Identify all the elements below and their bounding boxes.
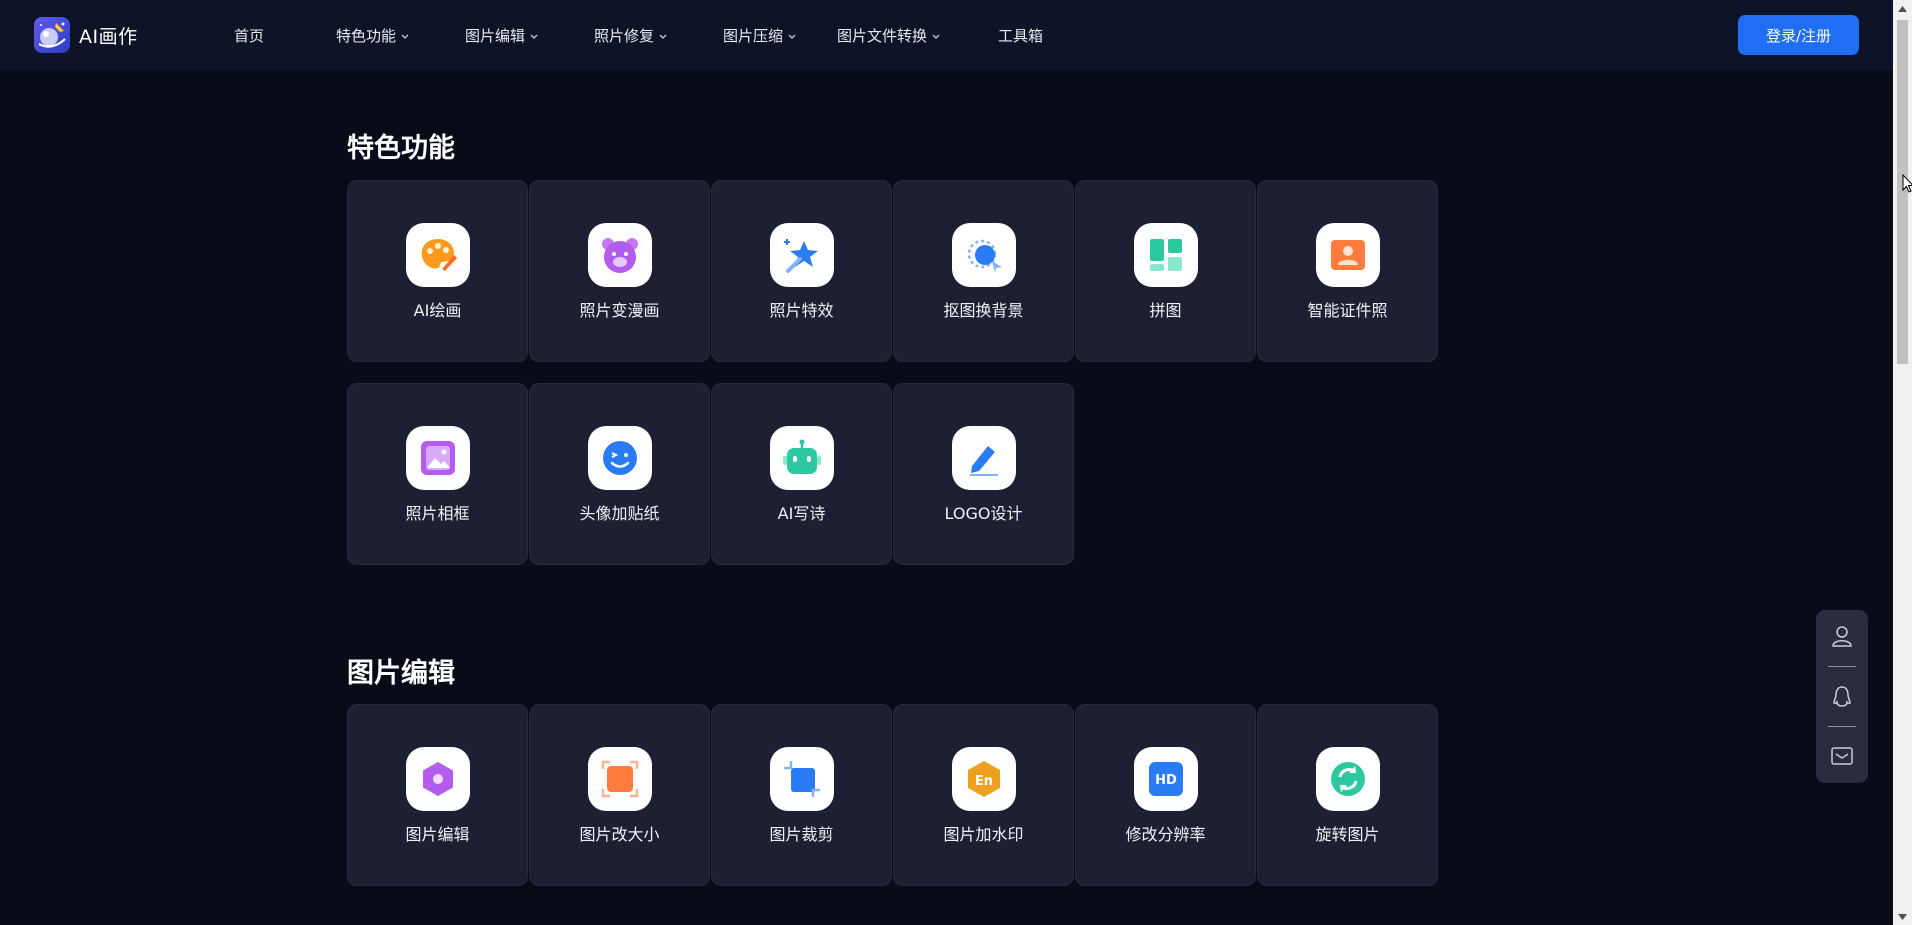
pen-design-icon: [952, 426, 1016, 490]
nav-label: 首页: [234, 27, 265, 45]
card-label: 拼图: [1149, 301, 1182, 320]
qq-penguin-icon[interactable]: [1827, 682, 1857, 712]
card-label: 照片特效: [769, 301, 834, 320]
mouse-cursor-icon: [1902, 174, 1912, 193]
svg-text:HD: HD: [1155, 773, 1177, 788]
nav-photo-repair[interactable]: 照片修复: [594, 25, 668, 46]
sticker-face-icon: [588, 426, 652, 490]
brand-name: AI画作: [79, 25, 138, 48]
nav-home[interactable]: 首页: [234, 25, 264, 46]
puzzle-grid-icon: [1134, 223, 1198, 287]
toolbar-divider: [1828, 666, 1856, 667]
section-title-image-edit: 图片编辑: [347, 658, 455, 689]
bear-face-icon: [588, 223, 652, 287]
nav-label: 照片修复: [594, 27, 655, 45]
card-label: 智能证件照: [1307, 301, 1388, 320]
card-label: AI绘画: [413, 301, 462, 320]
chevron-down-icon: [932, 34, 940, 39]
photo-frame-icon: [406, 426, 470, 490]
feature-card-avatar-sticker[interactable]: 头像加贴纸: [529, 383, 710, 565]
scroll-up-arrow-icon[interactable]: [1893, 0, 1912, 17]
hd-icon: HD: [1134, 747, 1198, 811]
nav-compress[interactable]: 图片压缩: [723, 25, 797, 46]
crop-icon: [770, 747, 834, 811]
card-label: 抠图换背景: [943, 301, 1024, 320]
chevron-down-icon: [401, 34, 409, 39]
edit-card-image-edit[interactable]: 图片编辑: [347, 704, 528, 886]
card-label: 头像加贴纸: [579, 504, 660, 523]
section-title-featured: 特色功能: [347, 133, 455, 164]
card-label: 修改分辨率: [1125, 825, 1206, 844]
feature-card-collage[interactable]: 拼图: [1075, 180, 1256, 362]
edit-card-watermark[interactable]: En 图片加水印: [893, 704, 1074, 886]
page-scrollbar[interactable]: [1893, 0, 1912, 925]
feature-card-photo-effects[interactable]: 照片特效: [711, 180, 892, 362]
nav-toolbox[interactable]: 工具箱: [998, 25, 1043, 46]
card-label: 图片编辑: [405, 825, 470, 844]
feature-card-ai-poem[interactable]: AI写诗: [711, 383, 892, 565]
card-label: 图片加水印: [943, 825, 1024, 844]
floating-contact-toolbar: [1816, 610, 1868, 783]
edit-card-rotate[interactable]: 旋转图片: [1257, 704, 1438, 886]
cutout-icon: [952, 223, 1016, 287]
magic-wand-icon: [770, 223, 834, 287]
card-label: 图片改大小: [579, 825, 660, 844]
nav-label: 图片文件转换: [837, 27, 928, 45]
card-label: AI写诗: [777, 504, 826, 523]
chevron-down-icon: [530, 34, 538, 39]
chevron-down-icon: [788, 34, 796, 39]
nav-image-edit[interactable]: 图片编辑: [465, 25, 539, 46]
scroll-down-arrow-icon[interactable]: [1893, 908, 1912, 925]
rotate-icon: [1316, 747, 1380, 811]
card-label: 图片裁剪: [769, 825, 834, 844]
feature-card-photo-to-comic[interactable]: 照片变漫画: [529, 180, 710, 362]
feature-card-id-photo[interactable]: 智能证件照: [1257, 180, 1438, 362]
nav-featured[interactable]: 特色功能: [336, 25, 410, 46]
top-navigation-bar: AI画作 首页 特色功能 图片编辑 照片修复 图片压缩 图片文件转换 工具箱 登…: [0, 0, 1893, 70]
card-label: 照片变漫画: [579, 301, 660, 320]
robot-icon: [770, 426, 834, 490]
mail-icon[interactable]: [1827, 741, 1857, 771]
nav-label: 工具箱: [998, 27, 1044, 45]
hexagon-edit-icon: [406, 747, 470, 811]
palette-icon: [406, 223, 470, 287]
edit-card-resize[interactable]: 图片改大小: [529, 704, 710, 886]
card-label: 旋转图片: [1315, 825, 1380, 844]
app-viewport: AI画作 首页 特色功能 图片编辑 照片修复 图片压缩 图片文件转换 工具箱 登…: [0, 0, 1893, 925]
watermark-icon: En: [952, 747, 1016, 811]
edit-card-crop[interactable]: 图片裁剪: [711, 704, 892, 886]
feature-card-cutout-background[interactable]: 抠图换背景: [893, 180, 1074, 362]
nav-label: 图片编辑: [465, 27, 526, 45]
chevron-down-icon: [659, 34, 667, 39]
brand[interactable]: AI画作: [34, 16, 138, 54]
card-label: 照片相框: [405, 504, 470, 523]
svg-text:En: En: [975, 774, 993, 789]
brand-logo-icon: [34, 17, 70, 53]
nav-file-convert[interactable]: 图片文件转换: [837, 25, 941, 46]
feature-card-photo-frame[interactable]: 照片相框: [347, 383, 528, 565]
login-register-button[interactable]: 登录/注册: [1738, 15, 1859, 55]
feature-card-ai-painting[interactable]: AI绘画: [347, 180, 528, 362]
id-photo-icon: [1316, 223, 1380, 287]
feature-card-logo-design[interactable]: LOGO设计: [893, 383, 1074, 565]
user-icon[interactable]: [1827, 621, 1857, 651]
toolbar-divider: [1828, 726, 1856, 727]
nav-label: 图片压缩: [723, 27, 784, 45]
card-label: LOGO设计: [944, 504, 1023, 523]
resize-icon: [588, 747, 652, 811]
edit-card-resolution[interactable]: HD 修改分辨率: [1075, 704, 1256, 886]
nav-label: 特色功能: [336, 27, 397, 45]
